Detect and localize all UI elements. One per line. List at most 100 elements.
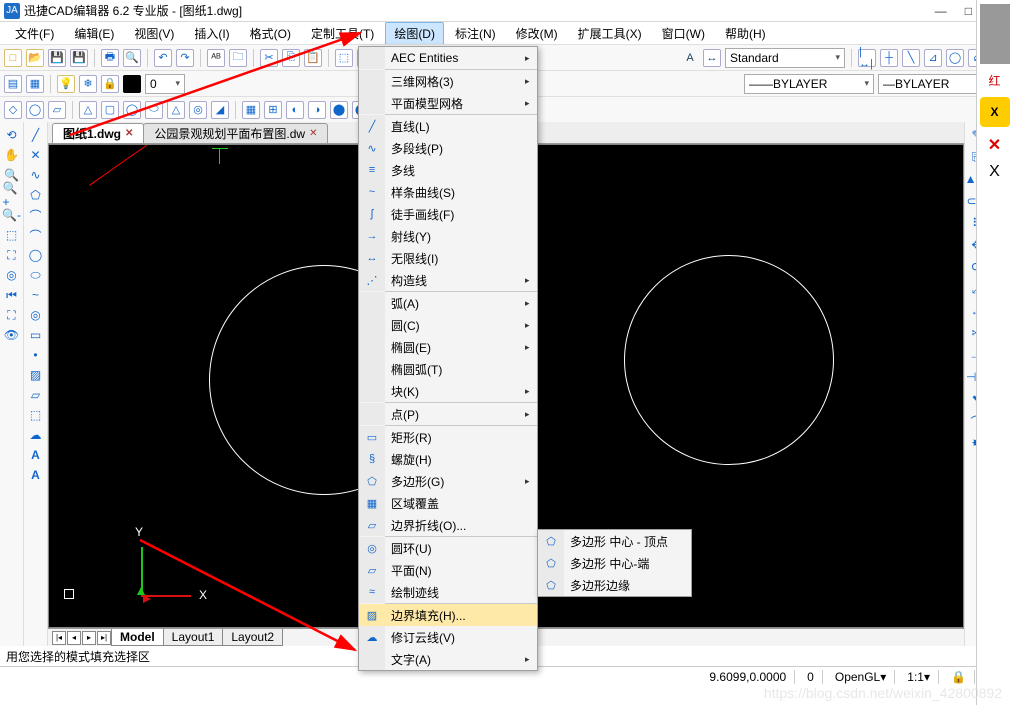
menu-item[interactable]: ≡多线 (359, 159, 537, 181)
print-preview-icon[interactable]: 🔍 (123, 49, 141, 67)
ruler-icon[interactable]: ↔ (703, 49, 721, 67)
menu-item[interactable]: 帮助(H) (716, 22, 775, 45)
dims-icon[interactable]: |↔| (858, 49, 876, 67)
shape2-icon[interactable]: ◯ (26, 101, 44, 119)
eye-icon[interactable]: 👁 (3, 326, 21, 344)
hatch-tool-icon[interactable]: ▨ (27, 366, 45, 384)
menu-item[interactable]: ≈绘制迹线 (359, 581, 537, 603)
match-icon[interactable]: ⬚ (335, 49, 353, 67)
menu-item[interactable]: ⬠多边形(G)▸ (359, 470, 537, 492)
save-icon[interactable]: 💾 (48, 49, 66, 67)
tab-first-button[interactable]: |◂ (52, 631, 66, 645)
shape1-icon[interactable]: ◇ (4, 101, 22, 119)
style-select[interactable]: Standard▾ (725, 48, 845, 68)
wire-icon[interactable]: ⊞ (264, 101, 282, 119)
menu-item[interactable]: ▦区域覆盖 (359, 492, 537, 514)
tab-prev-button[interactable]: ◂ (67, 631, 81, 645)
menu-item[interactable]: ~样条曲线(S) (359, 181, 537, 203)
new-file-icon[interactable]: □ (4, 49, 22, 67)
tab-next-button[interactable]: ▸ (82, 631, 96, 645)
saveas-icon[interactable]: 💾 (70, 49, 88, 67)
shade3-icon[interactable]: ⬤ (330, 101, 348, 119)
explorer-icon[interactable]: 🗀 (229, 49, 247, 67)
menu-item[interactable]: ╱直线(L) (359, 115, 537, 137)
redo-icon[interactable]: ↷ (176, 49, 194, 67)
tab-last-button[interactable]: ▸| (97, 631, 111, 645)
polygon-tool-icon[interactable]: ⬠ (27, 186, 45, 204)
zoom-win-icon[interactable]: ⬚ (3, 226, 21, 244)
pyramid-icon[interactable]: △ (79, 101, 97, 119)
linetype-select[interactable]: —— BYLAYER▾ (744, 74, 874, 94)
donut-tool-icon[interactable]: ◎ (27, 306, 45, 324)
menu-item[interactable]: 弧(A)▸ (359, 292, 537, 314)
menu-item[interactable]: ◎圆环(U) (359, 537, 537, 559)
arc-tool-icon[interactable]: ⌒ (27, 206, 45, 224)
zoom-out-icon[interactable]: 🔍- (3, 206, 21, 224)
menu-item[interactable]: 平面模型网格▸ (359, 92, 537, 114)
shade2-icon[interactable]: ◑ (308, 101, 326, 119)
text-style-a-icon[interactable]: A (681, 49, 699, 67)
pan-icon[interactable]: ✋ (3, 146, 21, 164)
menu-item[interactable]: 插入(I) (185, 22, 238, 45)
status-lock-icon[interactable]: 🔒 (943, 670, 975, 684)
ellipse-tool-icon[interactable]: ⬭ (27, 266, 45, 284)
sphere-icon[interactable]: ◯ (123, 101, 141, 119)
submenu-item[interactable]: ⬠多边形 中心 - 顶点 (538, 530, 691, 552)
point-tool-icon[interactable]: • (27, 346, 45, 364)
menu-item[interactable]: ▨边界填充(H)... (359, 604, 537, 626)
arc2-tool-icon[interactable]: ⌒ (27, 226, 45, 244)
tab-close-icon[interactable]: ✕ (125, 128, 133, 139)
menu-item[interactable]: →射线(Y) (359, 225, 537, 247)
menu-item[interactable]: ▭矩形(R) (359, 426, 537, 448)
dims5-icon[interactable]: ◯ (946, 49, 964, 67)
menu-item[interactable]: 圆(C)▸ (359, 314, 537, 336)
region-tool-icon[interactable]: ▱ (27, 386, 45, 404)
menu-item[interactable]: 视图(V) (125, 22, 183, 45)
shade1-icon[interactable]: ◐ (286, 101, 304, 119)
menu-item[interactable]: 绘图(D) (385, 22, 444, 45)
menu-item[interactable]: ▱边界折线(O)... (359, 514, 537, 536)
menu-item[interactable]: 点(P)▸ (359, 403, 537, 425)
menu-item[interactable]: 编辑(E) (65, 22, 123, 45)
mtext-tool-icon[interactable]: A (27, 446, 45, 464)
menu-item[interactable]: ∿多段线(P) (359, 137, 537, 159)
shape3-icon[interactable]: ▱ (48, 101, 66, 119)
color-box-icon[interactable] (123, 75, 141, 93)
hidden-icon[interactable]: ▦ (242, 101, 260, 119)
menu-item[interactable]: ʃ徒手画线(F) (359, 203, 537, 225)
menu-item[interactable]: §螺旋(H) (359, 448, 537, 470)
status-scale[interactable]: 1:1 ▾ (899, 670, 939, 684)
tab-close-icon[interactable]: ✕ (309, 128, 317, 139)
text-tool-icon[interactable]: A (27, 466, 45, 484)
lock-icon[interactable]: 🔒 (101, 75, 119, 93)
rect-tool-icon[interactable]: ▭ (27, 326, 45, 344)
revcloud-tool-icon[interactable]: ☁ (27, 426, 45, 444)
wipeout-tool-icon[interactable]: ⬚ (27, 406, 45, 424)
submenu-item[interactable]: ⬠多边形 中心-端 (538, 552, 691, 574)
menu-item[interactable]: 定制工具(T) (302, 22, 383, 45)
zoom-all-icon[interactable]: ◎ (3, 266, 21, 284)
menu-item[interactable]: 格式(O) (241, 22, 300, 45)
spline-tool-icon[interactable]: ~ (27, 286, 45, 304)
bulb-on-icon[interactable]: 💡 (57, 75, 75, 93)
line-tool-icon[interactable]: ╱ (27, 126, 45, 144)
undo-icon[interactable]: ↶ (154, 49, 172, 67)
menu-item[interactable]: 椭圆(E)▸ (359, 336, 537, 358)
copy-icon[interactable]: ⎘ (282, 49, 300, 67)
circle-tool-icon[interactable]: ◯ (27, 246, 45, 264)
zoom-ext-icon[interactable]: ⛶ (3, 246, 21, 264)
layer-new-icon[interactable]: ▤ (4, 75, 22, 93)
cut-icon[interactable]: ✂ (260, 49, 278, 67)
menu-item[interactable]: ⋰构造线▸ (359, 269, 537, 291)
menu-item[interactable]: 扩展工具(X) (569, 22, 651, 45)
wedge-icon[interactable]: ◢ (211, 101, 229, 119)
menu-item[interactable]: 块(K)▸ (359, 380, 537, 402)
document-tab[interactable]: 公园景观规划平面布置图.dw ✕ (143, 123, 328, 143)
maximize-button[interactable]: □ (965, 4, 972, 18)
box-icon[interactable]: ▢ (101, 101, 119, 119)
open-file-icon[interactable]: 📂 (26, 49, 44, 67)
layer-mgr-icon[interactable]: ▦ (26, 75, 44, 93)
layout-tab[interactable]: Layout2 (222, 629, 283, 646)
cyl-icon[interactable]: ⬭ (145, 101, 163, 119)
layer-select[interactable]: 0▾ (145, 74, 185, 94)
